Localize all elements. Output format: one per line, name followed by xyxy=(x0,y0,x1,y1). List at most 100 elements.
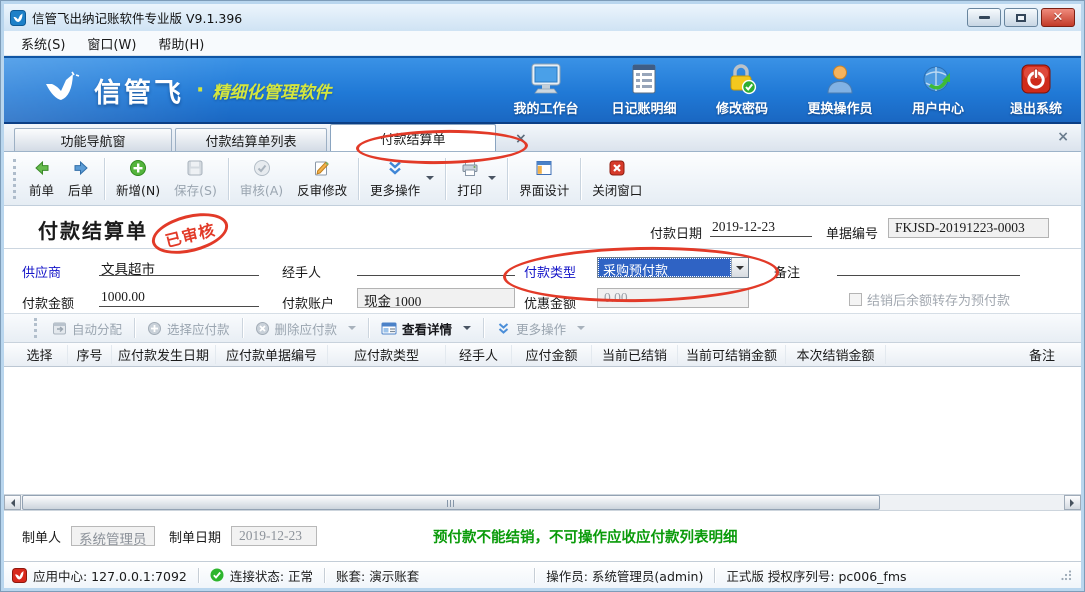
tab-function-nav[interactable]: 功能导航窗 xyxy=(14,128,172,151)
switch-operator-button[interactable]: 更换操作员 xyxy=(805,63,875,117)
unaudit-button[interactable]: 反审修改 xyxy=(290,156,354,202)
menu-system[interactable]: 系统(S) xyxy=(10,31,76,56)
connection-status: 连接状态: 正常 xyxy=(210,566,313,585)
resize-grip[interactable] xyxy=(1061,570,1073,581)
prepayment-notice-text: 预付款不能结销，不可操作应收应付款列表明细 xyxy=(433,526,738,547)
scroll-left-arrow-icon xyxy=(7,499,15,507)
journal-ledger-icon xyxy=(628,63,660,95)
maximize-button[interactable] xyxy=(1004,8,1038,27)
toolbar-separator xyxy=(507,158,508,200)
app-window: 信管飞出纳记账软件专业版 V9.1.396 ✕ 系统(S) 窗口(W) 帮助(H… xyxy=(0,0,1085,592)
column-header-this-settle-amount: 本次结销金额 xyxy=(786,345,886,364)
audit-button[interactable]: 审核(A) xyxy=(233,156,290,202)
discount-field[interactable]: 0.00 xyxy=(597,288,749,308)
detail-more-actions-label: 更多操作 xyxy=(516,319,566,338)
toolbar-grip[interactable] xyxy=(13,159,17,199)
supplier-field[interactable]: 文具超市 xyxy=(99,257,259,276)
transfer-balance-checkbox[interactable]: 结销后余额转存为预付款 xyxy=(849,290,1010,309)
pay-type-label: 付款类型 xyxy=(524,262,576,281)
account-field[interactable]: 现金 1000 xyxy=(357,288,515,308)
minimize-button[interactable] xyxy=(967,8,1001,27)
exit-system-button[interactable]: 退出系统 xyxy=(1001,63,1071,117)
double-chevron-down-icon xyxy=(496,321,511,336)
column-header-handler: 经手人 xyxy=(446,345,512,364)
tab-payment-list[interactable]: 付款结算单列表 xyxy=(175,128,327,151)
save-button[interactable]: 保存(S) xyxy=(167,156,224,202)
menu-help[interactable]: 帮助(H) xyxy=(147,31,215,56)
user-center-globe-icon xyxy=(922,63,954,95)
switch-operator-user-icon xyxy=(824,63,856,95)
handler-label: 经手人 xyxy=(282,262,321,281)
menu-window[interactable]: 窗口(W) xyxy=(76,31,147,56)
scrollbar-thumb[interactable] xyxy=(22,495,880,510)
status-bar: 应用中心: 127.0.0.1:7092 连接状态: 正常 账套: 演示账套 操… xyxy=(4,562,1081,588)
change-password-lock-icon xyxy=(726,63,758,95)
form-divider xyxy=(4,248,1081,249)
detail-toolbar-grip[interactable] xyxy=(34,318,38,338)
change-password-button[interactable]: 修改密码 xyxy=(707,63,777,117)
remark-label: 备注 xyxy=(774,262,800,281)
next-record-button[interactable]: 后单 xyxy=(61,156,100,202)
status-separator xyxy=(324,568,325,583)
maker-label: 制单人 xyxy=(22,527,61,546)
make-date-field[interactable]: 2019-12-23 xyxy=(231,526,317,546)
payables-grid-body[interactable] xyxy=(4,367,1081,494)
form-title: 付款结算单 xyxy=(38,215,148,244)
auto-assign-button[interactable]: 自动分配 xyxy=(45,316,129,341)
detail-toolbar-separator xyxy=(134,318,135,338)
tab-close-icon[interactable]: × xyxy=(511,131,531,147)
user-center-label: 用户中心 xyxy=(912,98,964,117)
dropdown-caret-icon xyxy=(348,326,356,334)
scroll-right-button[interactable] xyxy=(1064,495,1081,510)
save-disk-icon xyxy=(186,159,204,177)
detail-toolbar-separator xyxy=(242,318,243,338)
pay-type-selected-value: 采购预付款 xyxy=(598,258,731,277)
detail-more-actions-button[interactable]: 更多操作 xyxy=(489,316,592,341)
column-header-settled: 当前已结销 xyxy=(592,345,678,364)
workbench-button[interactable]: 我的工作台 xyxy=(511,63,581,117)
prev-record-button[interactable]: 前单 xyxy=(22,156,61,202)
tabstrip-close-icon[interactable]: × xyxy=(1057,129,1069,145)
delete-payable-button[interactable]: 删除应付款 xyxy=(248,316,364,341)
select-payable-label: 选择应付款 xyxy=(167,319,230,338)
status-separator xyxy=(714,568,715,583)
brand-dot: · xyxy=(196,78,204,103)
chevron-down-icon xyxy=(736,266,744,274)
maker-field[interactable]: 系统管理员 xyxy=(71,526,155,546)
toolbar-separator xyxy=(104,158,105,200)
print-button[interactable]: 打印 xyxy=(450,156,503,202)
close-button[interactable]: ✕ xyxy=(1041,8,1075,27)
status-separator xyxy=(198,568,199,583)
amount-field[interactable]: 1000.00 xyxy=(99,288,259,307)
view-details-button[interactable]: 查看详情 xyxy=(374,316,478,341)
pay-date-field[interactable]: 2019-12-23 xyxy=(710,218,812,237)
doc-no-field[interactable]: FKJSD-20191223-0003 xyxy=(888,218,1049,238)
close-window-x-icon xyxy=(608,159,626,177)
pay-type-combobox[interactable]: 采购预付款 xyxy=(597,257,749,278)
select-payable-button[interactable]: 选择应付款 xyxy=(140,316,237,341)
supplier-label: 供应商 xyxy=(22,262,61,281)
pay-type-dropdown-button[interactable] xyxy=(731,258,748,277)
view-details-panel-icon xyxy=(381,321,397,336)
maximize-icon xyxy=(1016,14,1026,22)
user-center-button[interactable]: 用户中心 xyxy=(903,63,973,117)
tab-payment-settlement[interactable]: 付款结算单 xyxy=(330,124,496,151)
exit-system-power-icon xyxy=(1020,63,1052,95)
more-actions-button[interactable]: 更多操作 xyxy=(363,156,441,202)
journal-button[interactable]: 日记账明细 xyxy=(609,63,679,117)
menu-bar: 系统(S) 窗口(W) 帮助(H) xyxy=(4,31,1081,56)
tab-strip: 功能导航窗 付款结算单列表 付款结算单 × × xyxy=(4,124,1081,152)
workbench-monitor-icon xyxy=(529,63,563,95)
add-button[interactable]: 新增(N) xyxy=(109,156,167,202)
horizontal-scrollbar xyxy=(4,494,1081,511)
column-header-payable-date: 应付款发生日期 xyxy=(112,345,216,364)
connection-text: 连接状态: 正常 xyxy=(230,566,313,585)
remark-field[interactable] xyxy=(837,257,1020,276)
handler-field[interactable] xyxy=(357,257,515,276)
double-chevron-down-icon xyxy=(386,159,404,177)
scroll-left-button[interactable] xyxy=(4,495,21,510)
ui-design-button[interactable]: 界面设计 xyxy=(512,156,576,202)
exit-system-label: 退出系统 xyxy=(1010,98,1062,117)
close-window-button[interactable]: 关闭窗口 xyxy=(585,156,649,202)
tab-function-nav-label: 功能导航窗 xyxy=(60,131,125,150)
